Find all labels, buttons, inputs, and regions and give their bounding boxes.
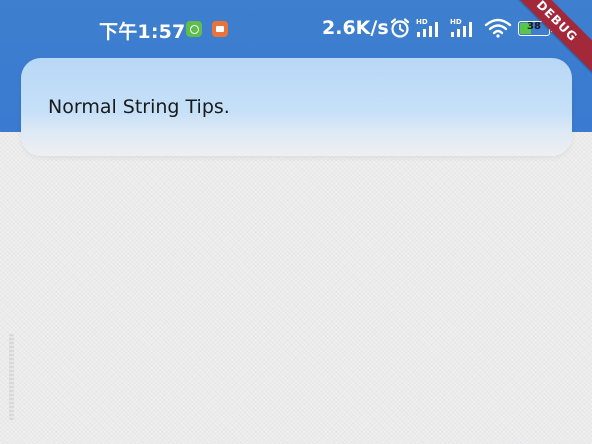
- scroll-indicator[interactable]: [9, 334, 14, 420]
- wechat-icon: [186, 21, 202, 37]
- wifi-icon: [484, 18, 512, 38]
- hd-signal-icon: HD: [416, 18, 438, 37]
- svg-text:HD: HD: [450, 18, 462, 26]
- hd-signal-icon: HD: [450, 18, 472, 37]
- svg-text:HD: HD: [416, 18, 428, 26]
- alarm-icon: [390, 18, 410, 38]
- status-bar: 下午1:57 2.6K/s HD HD 38: [0, 0, 592, 46]
- toast-notification[interactable]: Normal String Tips.: [21, 58, 572, 156]
- status-time: 下午1:57: [99, 21, 186, 43]
- toast-message: Normal String Tips.: [48, 96, 230, 118]
- video-app-icon: [212, 21, 228, 37]
- network-speed: 2.6K/s: [322, 17, 389, 39]
